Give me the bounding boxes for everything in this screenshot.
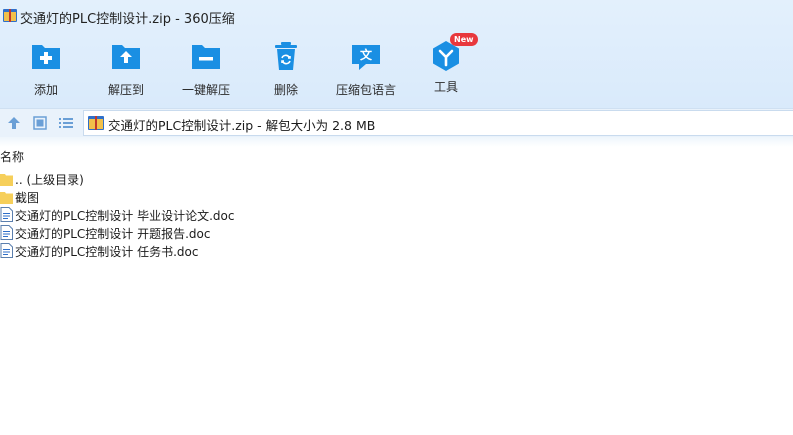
toolbar: 添加 解压到 一键解压 删除 文 压缩包语言 New 工具 <box>0 30 793 108</box>
add-icon <box>32 45 60 69</box>
document-icon <box>0 207 13 222</box>
add-button[interactable]: 添加 <box>3 38 89 100</box>
address-text: 交通灯的PLC控制设计.zip - 解包大小为 2.8 MB <box>108 118 376 133</box>
one-click-extract-icon <box>192 45 220 69</box>
document-icon <box>0 243 13 258</box>
file-name: 交通灯的PLC控制设计 任务书.doc <box>15 245 199 259</box>
archive-icon <box>3 9 17 22</box>
folder-icon <box>0 174 13 186</box>
address-row: 交通灯的PLC控制设计.zip - 解包大小为 2.8 MB <box>0 108 793 137</box>
delete-icon <box>275 42 297 70</box>
list-view-icon[interactable] <box>58 115 74 131</box>
delete-button[interactable]: 删除 <box>243 38 329 100</box>
folder-icon <box>0 192 13 204</box>
file-name: 交通灯的PLC控制设计 毕业设计论文.doc <box>15 209 235 223</box>
file-name: 交通灯的PLC控制设计 开题报告.doc <box>15 227 211 241</box>
add-label: 添加 <box>33 83 58 97</box>
archive-language-icon: 文 <box>352 45 380 70</box>
list-item-file[interactable]: 交通灯的PLC控制设计 开题报告.doc <box>0 224 793 242</box>
tools-button[interactable]: New 工具 <box>403 33 489 100</box>
window-title: 交通灯的PLC控制设计.zip - 360压缩 <box>20 12 235 27</box>
thumbnail-view-icon[interactable] <box>32 115 48 131</box>
one-click-extract-label: 一键解压 <box>181 83 230 97</box>
one-click-extract-button[interactable]: 一键解压 <box>163 38 249 100</box>
file-name: 截图 <box>15 191 40 205</box>
delete-label: 删除 <box>273 83 298 97</box>
archive-language-button[interactable]: 文 压缩包语言 <box>323 38 409 100</box>
tools-label: 工具 <box>433 80 458 94</box>
address-bar[interactable]: 交通灯的PLC控制设计.zip - 解包大小为 2.8 MB <box>83 110 793 136</box>
list-item-folder[interactable]: 截图 <box>0 188 793 206</box>
svg-text:文: 文 <box>360 47 373 62</box>
column-header-name[interactable]: 名称 <box>0 148 24 165</box>
up-arrow-icon[interactable] <box>6 115 22 131</box>
document-icon <box>0 225 13 240</box>
top-panel: 交通灯的PLC控制设计.zip - 360压缩 添加 解压到 一键解压 删除 文… <box>0 0 793 108</box>
file-list: .. (上级目录) 截图 交通灯的PLC控制设计 毕业设计论文.doc 交通灯的… <box>0 170 793 260</box>
list-item-file[interactable]: 交通灯的PLC控制设计 毕业设计论文.doc <box>0 206 793 224</box>
list-item-parent-directory[interactable]: .. (上级目录) <box>0 170 793 188</box>
new-badge: New <box>450 33 478 46</box>
extract-to-icon <box>112 45 140 69</box>
column-header-band <box>0 137 793 147</box>
list-item-file[interactable]: 交通灯的PLC控制设计 任务书.doc <box>0 242 793 260</box>
archive-language-label: 压缩包语言 <box>335 83 396 97</box>
extract-to-label: 解压到 <box>107 83 144 97</box>
archive-icon <box>88 116 104 130</box>
file-name: .. (上级目录) <box>15 173 84 187</box>
extract-to-button[interactable]: 解压到 <box>83 38 169 100</box>
title-bar: 交通灯的PLC控制设计.zip - 360压缩 <box>0 0 793 30</box>
